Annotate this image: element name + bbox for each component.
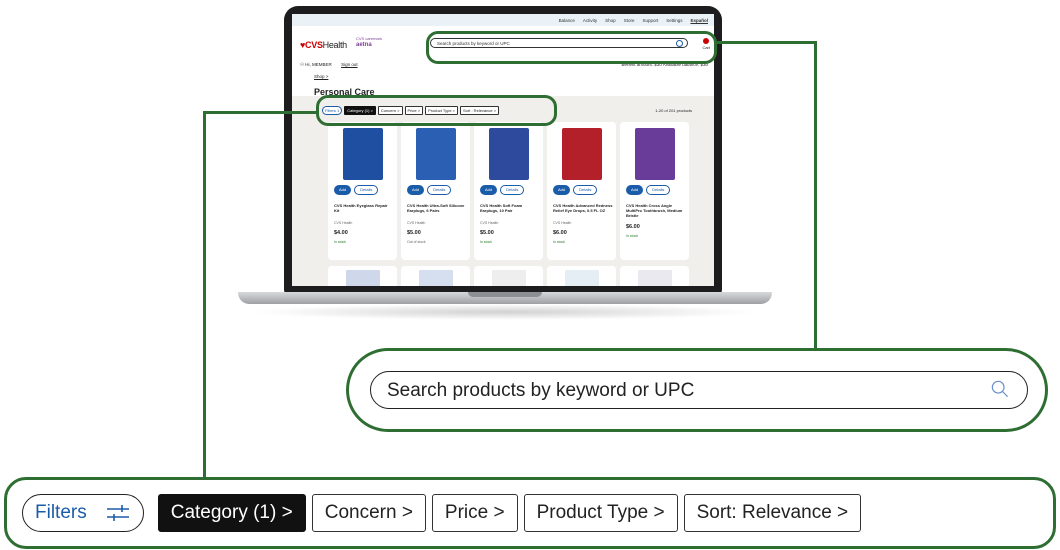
product-image[interactable] (491, 270, 526, 286)
product-card[interactable]: Add Details CVS Health Cross Angle Multi… (620, 122, 689, 260)
add-button[interactable]: Add (626, 185, 644, 195)
product-card[interactable] (620, 266, 689, 286)
product-image[interactable] (637, 270, 672, 286)
product-card[interactable] (328, 266, 397, 286)
product-brand: CVS Health (553, 220, 572, 225)
details-button[interactable]: Details (354, 185, 379, 195)
filters-connector-line (203, 111, 317, 114)
search-placeholder: Search products by keyword or UPC (387, 380, 695, 401)
search-highlight-ring (426, 31, 717, 64)
details-button[interactable]: Details (573, 185, 598, 195)
top-link[interactable]: Balance (559, 18, 575, 23)
product-price: $6.00 (553, 229, 567, 236)
stock-status: In stock (334, 239, 347, 244)
top-link[interactable]: Activity (583, 18, 597, 23)
product-card[interactable] (547, 266, 616, 286)
product-grid-row-2 (328, 266, 689, 286)
product-name[interactable]: CVS Health Advanced Redness Relief Eye D… (553, 203, 613, 219)
product-price: $5.00 (480, 229, 494, 236)
sliders-icon (106, 505, 129, 521)
signout-link[interactable]: Sign out (341, 62, 358, 67)
stock-status: In stock (553, 239, 566, 244)
add-button[interactable]: Add (334, 185, 352, 195)
product-type-filter[interactable]: Product Type > (523, 494, 678, 532)
product-grid: Add Details CVS Health Eyeglass Repair K… (328, 122, 689, 260)
details-button[interactable]: Details (427, 185, 452, 195)
top-link[interactable]: Support (642, 18, 658, 23)
product-image[interactable] (634, 128, 675, 180)
add-button[interactable]: Add (553, 185, 571, 195)
stock-status: In stock (626, 233, 639, 238)
category-filter[interactable]: Category (1) > (157, 494, 306, 532)
product-image[interactable] (342, 128, 383, 180)
filter-bar-enlarged: Filters Category (1) > Concern > Price >… (22, 489, 867, 537)
partner-logos: CVS caremark aetna (356, 36, 382, 48)
product-card[interactable] (401, 266, 470, 286)
filters-connector-line (203, 111, 206, 480)
language-link[interactable]: Español (690, 18, 708, 23)
product-brand: CVS Health (480, 220, 499, 225)
filters-label: Filters (35, 502, 87, 523)
product-card[interactable]: Add Details CVS Health Advanced Redness … (547, 122, 616, 260)
details-button[interactable]: Details (500, 185, 525, 195)
stock-status: Out of stock (407, 239, 426, 244)
product-image[interactable] (415, 128, 456, 180)
filters-button[interactable]: Filters (22, 494, 144, 532)
results-count: 1-20 of 201 products (655, 108, 692, 113)
aetna-logo: aetna (356, 42, 372, 48)
product-card[interactable]: Add Details CVS Health Soft Foam Earplug… (474, 122, 543, 260)
logo-text: CVS (305, 40, 323, 50)
add-button[interactable]: Add (407, 185, 425, 195)
product-brand: CVS Health (334, 220, 353, 225)
cvs-logo[interactable]: ♥CVSHealth (300, 40, 347, 50)
sort-filter[interactable]: Sort: Relevance > (683, 494, 862, 532)
product-image[interactable] (564, 270, 599, 286)
product-name[interactable]: CVS Health Ultra-Soft Silicone Earplugs,… (407, 203, 467, 219)
product-image[interactable] (418, 270, 453, 286)
product-image[interactable] (561, 128, 602, 180)
product-name[interactable]: CVS Health Soft Foam Earplugs, 10 Pair (480, 203, 540, 219)
search-connector-line (814, 41, 817, 350)
price-filter[interactable]: Price > (431, 494, 518, 532)
member-row: ⚇ Hi, MEMBER Sign out (300, 62, 358, 68)
breadcrumb[interactable]: Shop > (314, 74, 328, 79)
add-button[interactable]: Add (480, 185, 498, 195)
product-name[interactable]: CVS Health Eyeglass Repair Kit (334, 203, 394, 219)
product-price: $5.00 (407, 229, 421, 236)
product-card[interactable]: Add Details CVS Health Ultra-Soft Silico… (401, 122, 470, 260)
product-price: $6.00 (626, 223, 640, 230)
laptop-shadow (250, 304, 760, 320)
product-price: $4.00 (334, 229, 348, 236)
stock-status: In stock (480, 239, 493, 244)
member-greeting: Hi, MEMBER (305, 62, 332, 67)
product-name[interactable]: CVS Health Cross Angle MultiPro Toothbru… (626, 203, 686, 219)
search-icon[interactable] (991, 380, 1009, 398)
product-image[interactable] (488, 128, 529, 180)
filters-highlight-ring (316, 95, 557, 126)
product-card[interactable] (474, 266, 543, 286)
search-connector-line (717, 41, 817, 44)
top-link[interactable]: Settings (666, 18, 682, 23)
search-input-enlarged[interactable]: Search products by keyword or UPC (370, 371, 1028, 409)
concern-filter[interactable]: Concern > (311, 494, 426, 532)
product-image[interactable] (345, 270, 380, 286)
product-card[interactable]: Add Details CVS Health Eyeglass Repair K… (328, 122, 397, 260)
laptop-notch (468, 292, 542, 297)
product-brand: CVS Health (407, 220, 426, 225)
logo-suffix: Health (322, 40, 348, 50)
top-link[interactable]: Shop (605, 18, 616, 23)
top-link[interactable]: Store (624, 18, 635, 23)
top-links: Balance Activity Shop Store Support Sett… (559, 18, 708, 23)
details-button[interactable]: Details (646, 185, 671, 195)
